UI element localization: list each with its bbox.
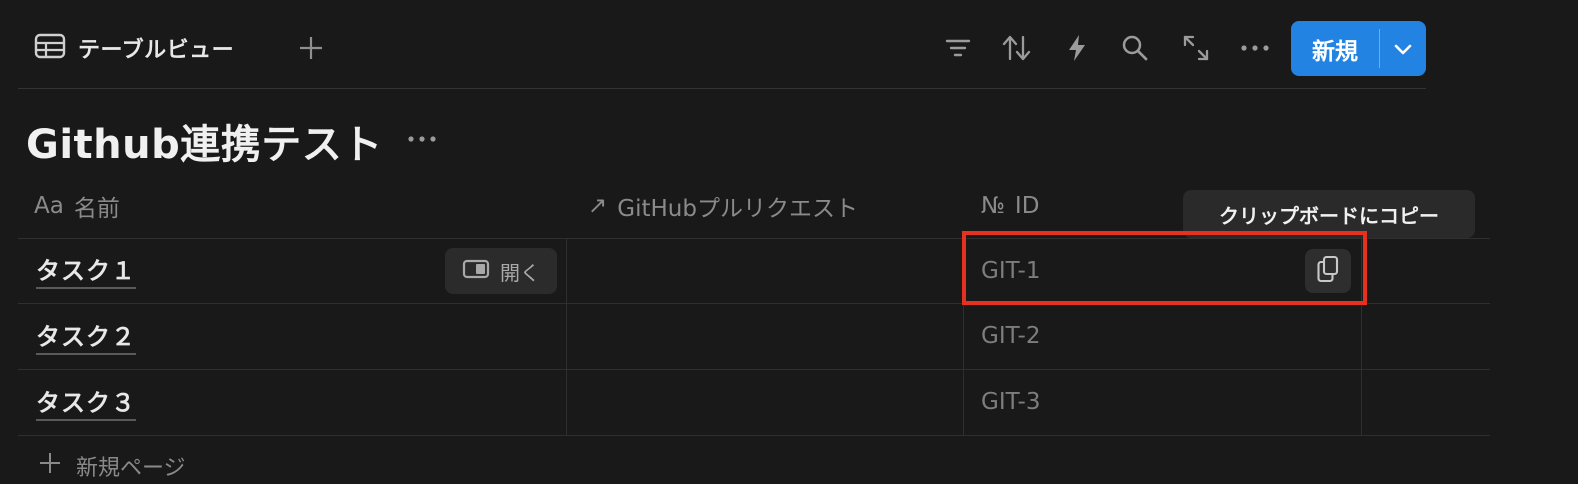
side-peek-icon <box>462 259 490 284</box>
text-type-icon: Aa <box>34 193 64 219</box>
column-header-label: 名前 <box>73 196 120 222</box>
add-view-button[interactable] <box>296 30 326 66</box>
row-name-cell[interactable]: タスク２ <box>36 316 136 356</box>
filter-icon[interactable] <box>943 32 973 64</box>
new-button-label[interactable]: 新規 <box>1291 21 1379 76</box>
toolbar-divider <box>18 88 1426 89</box>
row-title[interactable]: タスク３ <box>36 383 136 421</box>
table-divider <box>18 435 1490 436</box>
column-header-github-pr[interactable]: ↗ GitHubプルリクエスト <box>588 186 858 226</box>
view-tab-table[interactable]: テーブルビュー <box>34 28 234 68</box>
table-divider <box>18 369 1490 370</box>
search-icon[interactable] <box>1120 32 1150 64</box>
new-button[interactable]: 新規 <box>1291 21 1426 76</box>
new-page-label: 新規ページ <box>76 456 186 481</box>
plus-icon <box>38 451 62 481</box>
new-page-button[interactable]: 新規ページ <box>38 448 186 484</box>
relation-arrow-icon: ↗ <box>588 193 608 219</box>
title-more-icon[interactable] <box>404 126 440 152</box>
view-tab-label: テーブルビュー <box>78 38 235 63</box>
open-page-button[interactable]: 開く <box>445 248 557 294</box>
row-title[interactable]: タスク２ <box>36 317 136 355</box>
database-toolbar: テーブルビュー 新規 <box>0 0 1578 90</box>
plus-icon <box>300 37 322 59</box>
number-type-icon: № <box>981 193 1005 219</box>
row-name-cell[interactable]: タスク１ <box>36 250 136 290</box>
row-title[interactable]: タスク１ <box>36 251 136 289</box>
row-name-cell[interactable]: タスク３ <box>36 382 136 422</box>
page-title[interactable]: Github連携テスト <box>26 112 383 170</box>
annotation-highlight-box <box>962 231 1367 305</box>
chevron-down-icon[interactable] <box>1380 21 1426 76</box>
row-id-cell[interactable]: GIT-2 <box>981 316 1040 356</box>
table-icon <box>34 33 66 63</box>
expand-icon[interactable] <box>1181 32 1211 64</box>
sort-icon[interactable] <box>1002 32 1032 64</box>
open-button-label: 開く <box>500 260 540 285</box>
automation-icon[interactable] <box>1062 32 1092 64</box>
column-header-label: ID <box>1014 193 1040 219</box>
column-header-id[interactable]: № ID <box>981 186 1039 226</box>
row-id-cell[interactable]: GIT-3 <box>981 382 1040 422</box>
column-divider <box>566 238 567 436</box>
column-header-name[interactable]: Aa 名前 <box>34 186 120 226</box>
more-icon[interactable] <box>1240 32 1270 64</box>
column-header-label: GitHubプルリクエスト <box>617 196 858 222</box>
